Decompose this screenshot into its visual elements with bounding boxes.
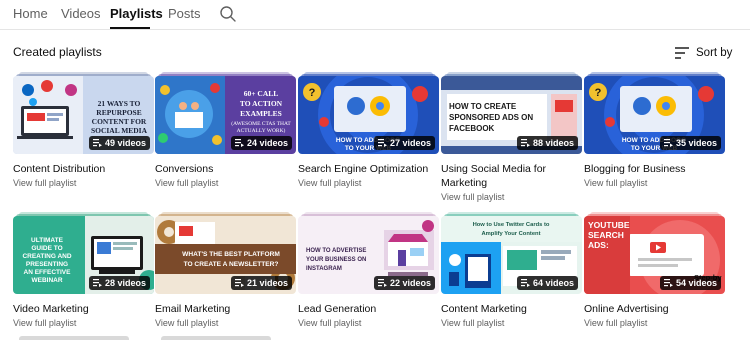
active-tab-indicator	[110, 27, 150, 29]
thumb-text: YOUTUBE	[588, 220, 630, 230]
playlist-title[interactable]: Search Engine Optimization	[298, 162, 448, 176]
playlist-title[interactable]: Blogging for Business	[584, 162, 734, 176]
playlist-icon	[663, 139, 673, 147]
playlist-icon	[520, 139, 530, 147]
video-count-badge: 64 videos	[516, 276, 578, 290]
thumb-text: (AWESOME CTAS THAT	[231, 120, 291, 127]
thumb-text: 60+ CALL	[244, 89, 279, 98]
playlist-title[interactable]: Content Distribution	[13, 162, 163, 176]
thumb-text: How to Use Twitter Cards to	[473, 222, 550, 228]
thumb-text: ADS:	[588, 240, 609, 250]
view-full-playlist-link[interactable]: View full playlist	[298, 178, 361, 188]
tab-playlists[interactable]: Playlists	[110, 6, 163, 21]
channel-tabs: Home Videos Playlists Posts	[0, 0, 750, 30]
thumb-text: GUIDE TO	[31, 245, 62, 252]
thumb-text: TO ACTION	[240, 99, 283, 108]
view-full-playlist-link[interactable]: View full playlist	[441, 192, 504, 202]
thumb-text: REPURPOSE	[96, 108, 141, 117]
thumb-text: SEARCH	[588, 230, 624, 240]
video-count-badge: 21 videos	[230, 276, 292, 290]
playlist-thumbnail[interactable]: YOUTUBE SEARCH ADS: Step-by 54 videos	[584, 212, 725, 295]
playlist-title[interactable]: Conversions	[155, 162, 305, 176]
view-full-playlist-link[interactable]: View full playlist	[298, 318, 361, 328]
playlist-icon	[234, 279, 244, 287]
playlist-icon	[377, 139, 387, 147]
sort-icon	[675, 47, 689, 59]
thumb-text: 21 WAYS TO	[98, 99, 141, 108]
svg-text:?: ?	[595, 87, 602, 99]
playlist-thumbnail[interactable]: 60+ CALL TO ACTION EXAMPLES (AWESOME CTA…	[155, 72, 296, 155]
view-full-playlist-link[interactable]: View full playlist	[441, 318, 504, 328]
view-full-playlist-link[interactable]: View full playlist	[13, 178, 76, 188]
next-row-thumbnail-edge	[161, 336, 271, 340]
thumb-text: TO CREATE A NEWSLETTER?	[184, 261, 279, 268]
thumb-text: WEBINAR	[31, 277, 62, 284]
playlist-thumbnail[interactable]: HOW TO ADVERTISE YOUR BUSINESS ON INSTAG…	[298, 212, 439, 295]
playlist-icon	[92, 139, 102, 147]
video-count-badge: 27 videos	[373, 136, 435, 150]
playlist-icon	[92, 279, 102, 287]
playlist-thumbnail[interactable]: HOW TO CREATE SPONSORED ADS ON FACEBOOK …	[441, 72, 582, 155]
thumb-text: EXAMPLES	[240, 109, 282, 118]
thumb-text: CONTENT FOR	[92, 117, 147, 126]
thumb-text: Amplify Your Content	[481, 231, 540, 237]
view-full-playlist-link[interactable]: View full playlist	[584, 178, 647, 188]
thumb-text: WHAT'S THE BEST PLATFORM	[182, 251, 280, 258]
thumb-text: INSTAGRAM	[306, 266, 342, 272]
search-icon[interactable]	[219, 5, 237, 23]
next-row-thumbnail-edge	[19, 336, 129, 340]
tab-videos[interactable]: Videos	[61, 6, 101, 21]
playlist-icon	[663, 279, 673, 287]
view-full-playlist-link[interactable]: View full playlist	[155, 178, 218, 188]
thumb-text: AN EFFECTIVE	[24, 269, 72, 276]
thumb-text: YOUR BUSINESS ON	[306, 257, 366, 263]
video-count-badge: 28 videos	[88, 276, 150, 290]
video-count-badge: 49 videos	[88, 136, 150, 150]
view-full-playlist-link[interactable]: View full playlist	[13, 318, 76, 328]
playlist-title[interactable]: Lead Generation	[298, 302, 448, 316]
thumb-text: FACEBOOK	[449, 124, 495, 133]
thumb-text: CREATING AND	[22, 253, 71, 260]
tab-posts[interactable]: Posts	[168, 6, 201, 21]
video-count-badge: 54 videos	[659, 276, 721, 290]
thumb-text: ULTIMATE	[31, 237, 64, 244]
tab-home[interactable]: Home	[13, 6, 48, 21]
thumb-text: SOCIAL MEDIA	[91, 126, 148, 135]
playlist-thumbnail[interactable]: 21 WAYS TO REPURPOSE CONTENT FOR SOCIAL …	[13, 72, 154, 155]
thumb-text: PRESENTING	[26, 261, 68, 268]
video-count-badge: 88 videos	[516, 136, 578, 150]
sort-button[interactable]: Sort by	[674, 44, 732, 62]
view-full-playlist-link[interactable]: View full playlist	[584, 318, 647, 328]
playlist-thumbnail[interactable]: WHAT'S THE BEST PLATFORM TO CREATE A NEW…	[155, 212, 296, 295]
playlist-thumbnail[interactable]: How to Use Twitter Cards to Amplify Your…	[441, 212, 582, 295]
playlist-title[interactable]: Content Marketing	[441, 302, 591, 316]
playlist-icon	[377, 279, 387, 287]
playlist-icon	[520, 279, 530, 287]
thumb-text: HOW TO ADVERTISE	[306, 248, 366, 254]
playlist-icon	[234, 139, 244, 147]
thumb-text: SPONSORED ADS ON	[449, 113, 533, 122]
playlist-title[interactable]: Video Marketing	[13, 302, 163, 316]
playlist-thumbnail[interactable]: ULTIMATE GUIDE TO CREATING AND PRESENTIN…	[13, 212, 154, 295]
video-count-badge: 22 videos	[373, 276, 435, 290]
playlist-thumbnail[interactable]: ? HOW TO ADD GOOG TO YOUR WEB 27 videos	[298, 72, 439, 155]
playlist-title[interactable]: Online Advertising	[584, 302, 734, 316]
playlist-thumbnail[interactable]: ? HOW TO ADD GOOG TO YOUR WEB 35 videos	[584, 72, 725, 155]
thumb-text: ACTUALLY WORK)	[237, 127, 286, 134]
thumb-text: HOW TO CREATE	[449, 102, 517, 111]
section-title: Created playlists	[13, 45, 102, 59]
sort-label: Sort by	[696, 47, 733, 59]
view-full-playlist-link[interactable]: View full playlist	[155, 318, 218, 328]
svg-text:?: ?	[309, 87, 316, 99]
video-count-badge: 35 videos	[659, 136, 721, 150]
video-count-badge: 24 videos	[230, 136, 292, 150]
playlist-title[interactable]: Using Social Media for Marketing	[441, 162, 591, 190]
playlist-title[interactable]: Email Marketing	[155, 302, 305, 316]
